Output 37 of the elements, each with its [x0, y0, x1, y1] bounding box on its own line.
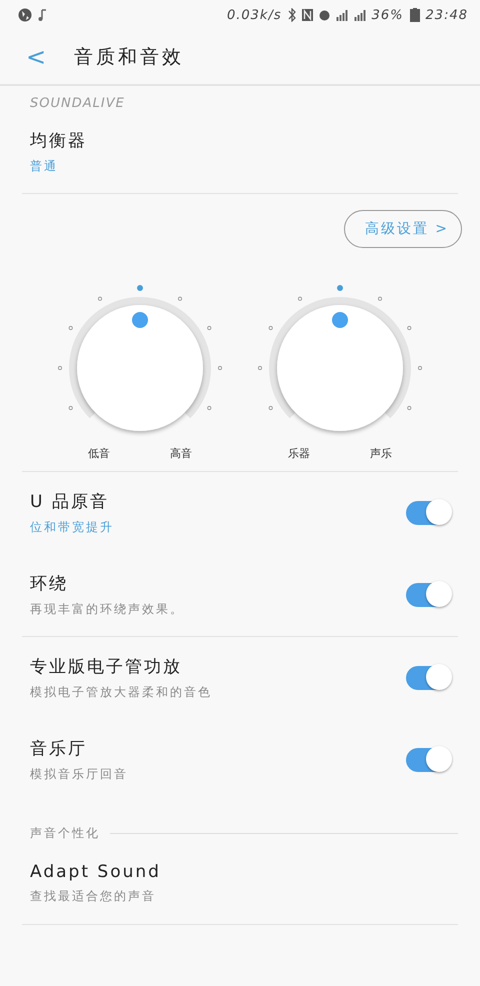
dial-indicator [332, 312, 348, 328]
toggle-switch[interactable] [406, 748, 450, 772]
dial-knob[interactable] [77, 305, 203, 431]
setting-title: 音乐厅 [30, 738, 88, 760]
battery-icon [410, 8, 420, 22]
toggle-switch[interactable] [406, 666, 450, 690]
dial-indicator [132, 312, 148, 328]
signal-icon [336, 9, 348, 21]
screen-title: 音质和音效 [74, 45, 184, 70]
advanced-settings-button[interactable]: 高级设置 > [344, 210, 462, 248]
section-header: 声音个性化 [30, 825, 100, 842]
setting-value: 位和带宽提升 [30, 519, 115, 536]
setting-description: 查找最适合您的声音 [30, 888, 157, 904]
setting-title: U 品原音 [30, 491, 110, 513]
setting-description: 模拟音乐厅回音 [30, 766, 129, 783]
back-button[interactable]: < [22, 43, 50, 71]
dial-knob[interactable] [277, 305, 403, 431]
setting-description: 再现丰富的环绕声效果。 [30, 601, 185, 618]
setting-title: 专业版电子管功放 [30, 656, 183, 678]
setting-title: Adapt Sound [30, 862, 162, 882]
section-header: SOUNDALIVE [30, 96, 126, 111]
signal-icon [354, 9, 366, 21]
dial-label: 低音 [88, 446, 110, 461]
dial-label: 乐器 [288, 446, 310, 461]
clock-time: 23:48 [426, 8, 468, 22]
setting-description: 模拟电子管放大器柔和的音色 [30, 684, 213, 701]
dial-label: 声乐 [370, 446, 392, 461]
setting-value: 普通 [30, 158, 59, 175]
dial-label: 高音 [170, 446, 192, 461]
nfc-icon [302, 9, 313, 21]
setting-title: 环绕 [30, 573, 69, 595]
network-speed: 0.03k/s [226, 8, 282, 22]
battery-percent: 36% [372, 8, 404, 22]
toggle-switch[interactable] [406, 583, 450, 607]
setting-title: 均衡器 [30, 130, 88, 152]
toggle-switch[interactable] [406, 501, 450, 525]
bluetooth-icon [288, 8, 296, 22]
